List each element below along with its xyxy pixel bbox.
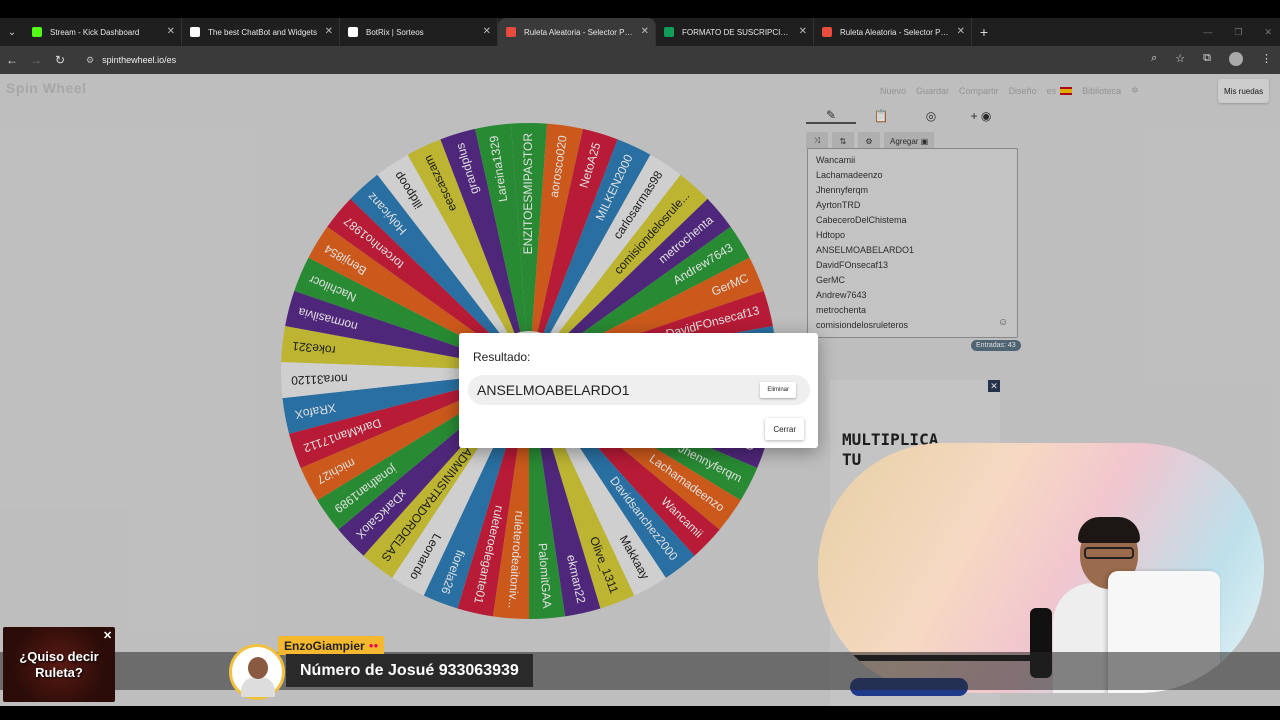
tab-close-icon[interactable]: ✕: [167, 26, 175, 37]
dialog-title: Resultado:: [473, 350, 531, 364]
reload-icon[interactable]: ↻: [48, 53, 72, 67]
tab-label: Ruleta Aleatoria - Selector Perso: [840, 27, 949, 37]
stream-banner: [0, 652, 1280, 690]
chat-message: Número de Josué 933063939: [286, 654, 533, 687]
badge-icons: ●●: [368, 641, 379, 650]
minimize-icon[interactable]: —: [1203, 27, 1212, 37]
tab-favicon-icon: [822, 27, 832, 37]
tab-close-icon[interactable]: ✕: [799, 26, 807, 37]
bottom-letterbox: [0, 706, 1280, 720]
tab-label: Ruleta Aleatoria - Selector Perso: [524, 27, 633, 37]
browser-tab[interactable]: FORMATO DE SUSCRIPCION SO ✕: [656, 18, 814, 46]
browser-tab[interactable]: Stream - Kick Dashboard ✕: [24, 18, 182, 46]
streamer-glasses: [1084, 547, 1134, 559]
result-dialog: Resultado: ANSELMOABELARDO1 Eliminar Cer…: [459, 333, 818, 448]
screen: ⌄ Stream - Kick Dashboard ✕ The best ChatB…: [0, 0, 1280, 720]
zoom-search-icon[interactable]: ⌕: [1151, 52, 1157, 66]
promo-close-icon[interactable]: ✕: [103, 629, 112, 642]
result-box: ANSELMOABELARDO1 Eliminar: [468, 375, 810, 405]
menu-kebab-icon[interactable]: ⋮: [1261, 52, 1272, 66]
tab-favicon-icon: [32, 27, 42, 37]
tab-search-icon[interactable]: ⌄: [0, 18, 24, 46]
tab-label: FORMATO DE SUSCRIPCION SO: [682, 27, 791, 37]
forward-icon[interactable]: →: [24, 53, 48, 67]
tab-favicon-icon: [190, 27, 200, 37]
avatar-shirt: [241, 677, 275, 697]
streamer-hair: [1078, 517, 1140, 543]
restore-icon[interactable]: ❐: [1234, 27, 1242, 38]
avatar-face: [248, 657, 268, 679]
browser-tab[interactable]: Ruleta Aleatoria - Selector Perso ✕: [814, 18, 972, 46]
close-window-icon[interactable]: ✕: [1264, 27, 1272, 38]
url-field[interactable]: ⚙ spinthewheel.io/es: [78, 49, 1158, 71]
tab-close-icon[interactable]: ✕: [325, 26, 333, 37]
tabs-container: Stream - Kick Dashboard ✕ The best ChatBot…: [24, 18, 972, 46]
browser-tab[interactable]: The best ChatBot and Widgets ✕: [182, 18, 340, 46]
promo-text: ¿Quiso decir Ruleta?: [19, 649, 99, 680]
tab-label: The best ChatBot and Widgets: [208, 27, 317, 37]
tab-label: BotRix | Sorteos: [366, 27, 424, 37]
extensions-icon[interactable]: ⧉: [1203, 52, 1211, 66]
address-toolbar: ← → ↻ ⚙ spinthewheel.io/es ⌕ ☆ ⧉ ⋮: [0, 46, 1280, 74]
bookmark-star-icon[interactable]: ☆: [1175, 52, 1185, 66]
browser-tab[interactable]: Ruleta Aleatoria - Selector Perso ✕: [498, 18, 656, 46]
toolbar-right: ⌕ ☆ ⧉ ⋮: [1151, 52, 1272, 66]
url-text: spinthewheel.io/es: [102, 55, 177, 65]
tab-bar: ⌄ Stream - Kick Dashboard ✕ The best ChatB…: [0, 18, 1280, 46]
tab-favicon-icon: [348, 27, 358, 37]
promo-popup[interactable]: ✕ ¿Quiso decir Ruleta?: [3, 627, 115, 702]
eliminar-button[interactable]: Eliminar: [760, 382, 796, 398]
profile-avatar[interactable]: [1229, 52, 1243, 66]
back-icon[interactable]: ←: [0, 53, 24, 67]
chat-username: EnzoGiampier ●●: [278, 636, 385, 655]
tab-close-icon[interactable]: ✕: [957, 26, 965, 37]
cerrar-button[interactable]: Cerrar: [765, 418, 804, 440]
tab-label: Stream - Kick Dashboard: [50, 27, 140, 37]
tab-favicon-icon: [664, 27, 674, 37]
tab-close-icon[interactable]: ✕: [641, 26, 649, 37]
chat-avatar: [229, 644, 285, 700]
tab-close-icon[interactable]: ✕: [483, 26, 491, 37]
site-settings-icon[interactable]: ⚙: [86, 55, 94, 66]
tab-favicon-icon: [506, 27, 516, 37]
new-tab-icon[interactable]: +: [972, 24, 996, 40]
browser-tab[interactable]: BotRix | Sorteos ✕: [340, 18, 498, 46]
result-winner: ANSELMOABELARDO1: [477, 382, 630, 398]
window-controls: — ❐ ✕: [1203, 18, 1272, 46]
